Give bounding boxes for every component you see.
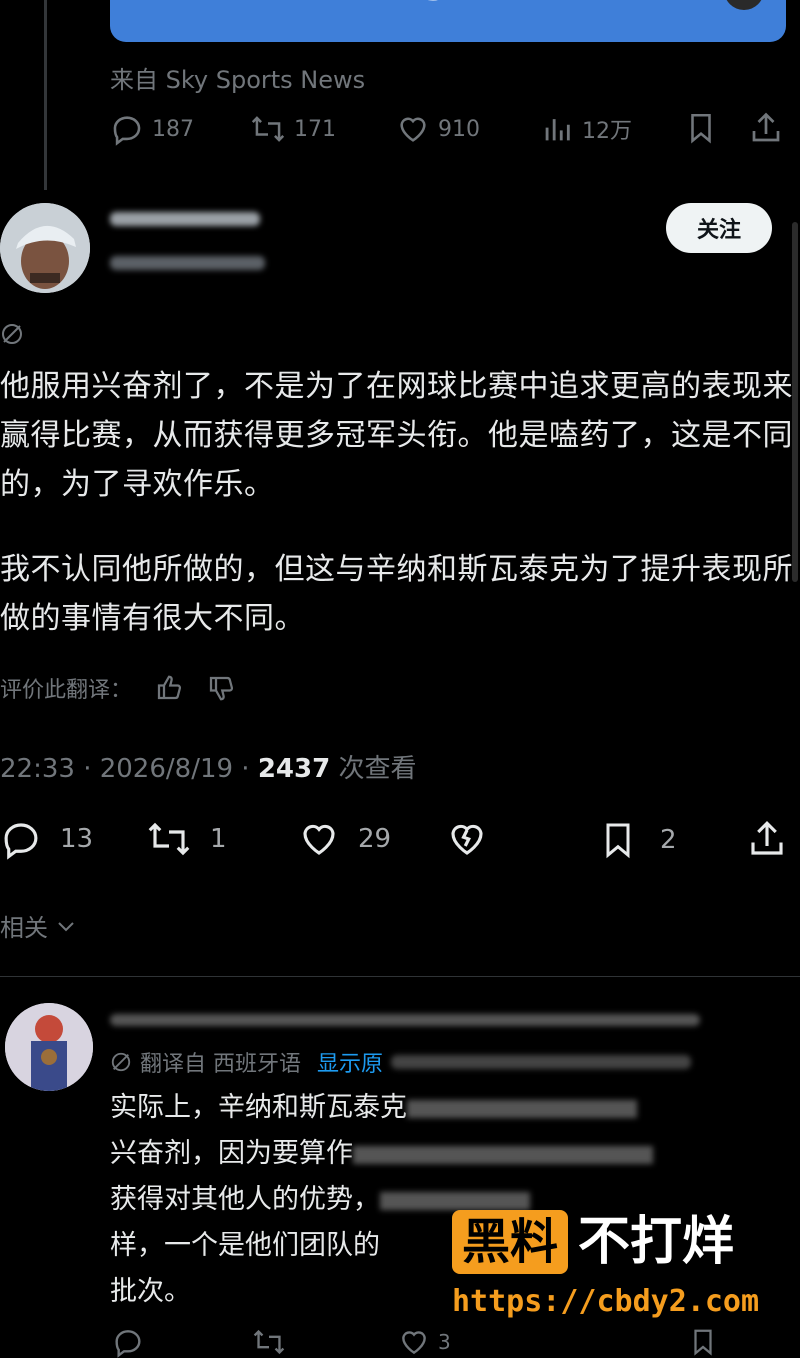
prev-retweet-button[interactable]: 171 bbox=[250, 112, 336, 146]
heart-icon bbox=[402, 1331, 426, 1355]
reply-line-5: 批次。 bbox=[110, 1276, 191, 1307]
divider bbox=[0, 976, 800, 977]
card-source: 来自 Sky Sports News bbox=[110, 66, 366, 94]
prev-reply-button[interactable]: 187 bbox=[110, 112, 194, 146]
reply-bookmark-button[interactable] bbox=[688, 1326, 718, 1358]
reply-line-2: 兴奋剂，因为要算作 bbox=[110, 1138, 353, 1169]
tweet-timestamp[interactable]: 22:33 · 2026/8/19 · bbox=[0, 754, 250, 784]
reply-icon bbox=[113, 116, 141, 146]
bookmark-icon bbox=[694, 1329, 712, 1356]
heart-icon bbox=[303, 824, 335, 855]
reply-line-3: 获得对其他人的优势， bbox=[110, 1184, 380, 1215]
retweet-icon bbox=[251, 116, 285, 142]
avatar[interactable] bbox=[0, 203, 90, 293]
retweet-icon bbox=[253, 1329, 285, 1355]
blurred-text bbox=[380, 1191, 530, 1210]
blurred-text bbox=[391, 1055, 692, 1069]
reply-icon bbox=[115, 1330, 141, 1358]
reply-avatar[interactable] bbox=[5, 1003, 93, 1091]
rate-translation: 评价此翻译： bbox=[0, 672, 236, 704]
like-count: 29 bbox=[358, 824, 392, 854]
prev-like-count: 910 bbox=[438, 116, 480, 142]
reply-line-4: 样，一个是他们团队的 bbox=[110, 1230, 380, 1261]
avatar-photo-icon bbox=[0, 203, 90, 293]
thumbs-up-icon[interactable] bbox=[154, 673, 184, 703]
share-icon bbox=[751, 821, 783, 855]
share-icon bbox=[752, 112, 780, 142]
translated-from-label: 翻译自 西班牙语 bbox=[140, 1052, 301, 1077]
broken-heart-icon bbox=[451, 824, 483, 855]
bookmark-button[interactable]: 2 bbox=[598, 818, 677, 862]
thumbs-down-icon[interactable] bbox=[206, 673, 236, 703]
related-label: 相关 bbox=[0, 914, 48, 942]
share-button[interactable] bbox=[746, 818, 788, 860]
chevron-down-icon bbox=[58, 921, 74, 931]
related-toggle[interactable]: 相关 bbox=[0, 908, 78, 943]
watermark-box-text: 黑料 bbox=[452, 1210, 569, 1274]
prev-views-button[interactable]: 12万 bbox=[540, 112, 632, 146]
translated-from-row: 翻译自 西班牙语 显示原 bbox=[110, 1046, 692, 1078]
bookmark-icon bbox=[606, 823, 630, 859]
prev-reply-count: 187 bbox=[152, 116, 194, 142]
handle-blurred[interactable] bbox=[110, 250, 270, 274]
reply-like-button[interactable]: 3 bbox=[398, 1326, 451, 1358]
like-button[interactable]: 29 bbox=[298, 818, 391, 860]
card-banner-text: DBANE BRISBANE bbox=[120, 0, 598, 11]
analytics-icon bbox=[545, 119, 570, 141]
reply-reply-button[interactable] bbox=[112, 1326, 144, 1358]
prev-views-count: 12万 bbox=[582, 119, 632, 144]
prev-like-button[interactable]: 910 bbox=[396, 112, 480, 146]
prev-retweet-count: 171 bbox=[294, 116, 336, 142]
dislike-button[interactable] bbox=[446, 818, 488, 860]
follow-button[interactable]: 关注 bbox=[666, 203, 772, 253]
reply-icon bbox=[4, 823, 38, 860]
prev-share-button[interactable] bbox=[748, 110, 784, 146]
tweet-meta: 22:33 · 2026/8/19 · 2437 次查看 bbox=[0, 748, 417, 785]
retweet-button[interactable]: 1 bbox=[146, 818, 227, 860]
show-original-link[interactable]: 显示原 bbox=[317, 1046, 383, 1078]
reply-like-count: 3 bbox=[438, 1330, 451, 1354]
watermark-url: https://cbdy2.com bbox=[452, 1284, 760, 1319]
reply-line-1: 实际上，辛纳和斯瓦泰克 bbox=[110, 1092, 407, 1123]
translate-icon bbox=[0, 322, 24, 346]
view-label: 次查看 bbox=[338, 754, 417, 784]
tweet-paragraph-1: 他服用兴奋剂了，不是为了在网球比赛中追求更高的表现来赢得比赛，从而获得更多冠军头… bbox=[0, 369, 793, 502]
scrollbar[interactable] bbox=[792, 222, 798, 582]
prev-bookmark-button[interactable] bbox=[684, 110, 718, 146]
bookmark-count: 2 bbox=[660, 825, 677, 855]
sound-button[interactable] bbox=[724, 0, 764, 10]
rate-translation-label: 评价此翻译： bbox=[0, 678, 133, 703]
reply-retweet-button[interactable] bbox=[252, 1326, 286, 1358]
retweet-icon bbox=[148, 822, 190, 856]
avatar-illustration-icon bbox=[5, 1003, 93, 1091]
watermark-text: 不打烊 bbox=[578, 1212, 735, 1272]
tweet-text: 他服用兴奋剂了，不是为了在网球比赛中追求更高的表现来赢得比赛，从而获得更多冠军头… bbox=[0, 362, 800, 643]
translate-icon bbox=[111, 1052, 131, 1072]
reply-name-blurred[interactable] bbox=[110, 1008, 710, 1030]
heart-icon bbox=[400, 117, 426, 142]
blurred-text bbox=[407, 1099, 637, 1118]
blurred-text bbox=[353, 1145, 653, 1164]
bookmark-icon bbox=[691, 113, 711, 144]
reply-count: 13 bbox=[60, 824, 94, 854]
display-name-blurred[interactable] bbox=[110, 208, 270, 228]
watermark: 黑料 不打烊 https://cbdy2.com bbox=[452, 1210, 759, 1319]
tweet-paragraph-2: 我不认同他所做的，但这与辛纳和斯瓦泰克为了提升表现所做的事情有很大不同。 bbox=[0, 552, 793, 636]
media-card[interactable]: DBANE BRISBANE bbox=[110, 0, 786, 42]
retweet-count: 1 bbox=[210, 824, 227, 854]
speaker-icon bbox=[724, 0, 764, 10]
reply-button[interactable]: 13 bbox=[0, 818, 93, 860]
thread-line bbox=[44, 0, 47, 190]
view-count: 2437 bbox=[257, 754, 331, 784]
